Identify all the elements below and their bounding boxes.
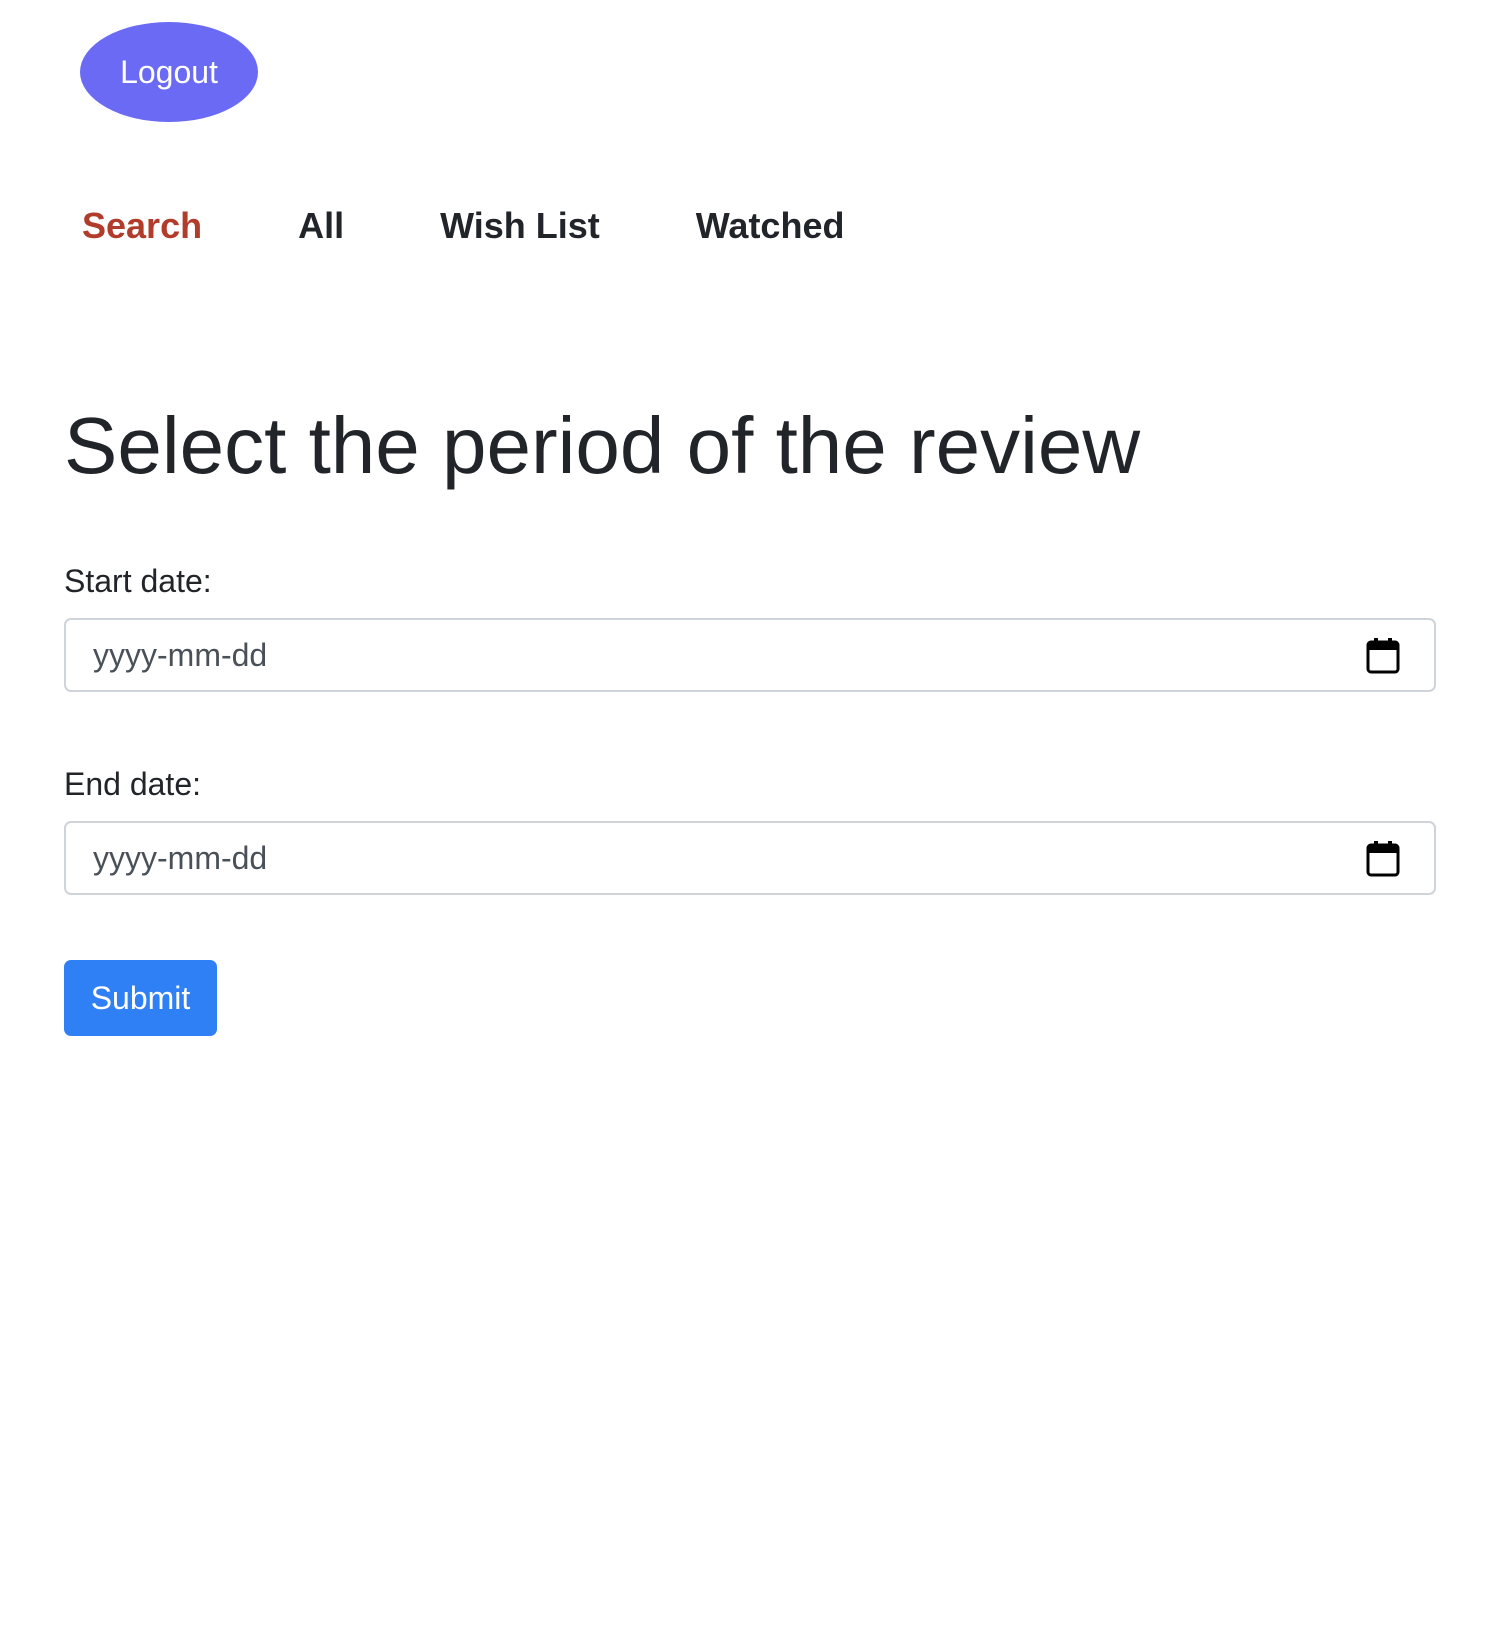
calendar-icon[interactable] (1366, 638, 1400, 674)
end-date-placeholder: yyyy-mm-dd (93, 840, 268, 876)
submit-button[interactable]: Submit (64, 960, 217, 1036)
calendar-icon[interactable] (1366, 841, 1400, 877)
start-date-label: Start date: (64, 563, 212, 599)
logout-button[interactable]: Logout (80, 22, 258, 122)
start-date-input[interactable]: yyyy-mm-dd (64, 618, 1436, 692)
end-date-label: End date: (64, 766, 201, 802)
nav-item-wish-list[interactable]: Wish List (440, 205, 600, 247)
page: Logout Search All Wish List Watched Sele… (0, 0, 1507, 1636)
page-title: Select the period of the review (64, 401, 1141, 490)
start-date-placeholder: yyyy-mm-dd (93, 637, 268, 673)
nav-item-search[interactable]: Search (82, 205, 202, 247)
main-nav: Search All Wish List Watched (82, 202, 844, 250)
nav-item-watched[interactable]: Watched (696, 205, 845, 247)
end-date-input[interactable]: yyyy-mm-dd (64, 821, 1436, 895)
nav-item-all[interactable]: All (298, 205, 344, 247)
